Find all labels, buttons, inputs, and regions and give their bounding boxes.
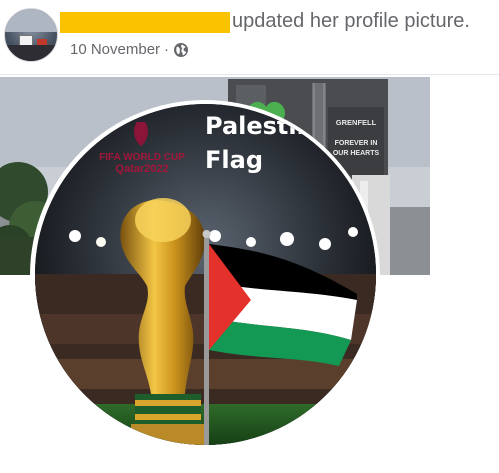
meta-separator: · <box>164 41 170 58</box>
header-divider <box>0 74 499 75</box>
svg-text:Flag: Flag <box>205 146 263 174</box>
author-name-redaction[interactable] <box>60 12 230 33</box>
globe-icon[interactable] <box>173 42 189 58</box>
logo-text: Qatar2022 <box>115 163 168 175</box>
profile-picture[interactable]: FIFA WORLD CUP Qatar2022 Palestine Flag <box>35 104 376 445</box>
post-header: updated her profile picture. 10 November… <box>0 0 499 72</box>
post-action-text: updated her profile picture. <box>232 10 470 32</box>
billboard-line: FOREVER IN <box>335 140 378 147</box>
post-date[interactable]: 10 November <box>70 41 160 58</box>
post-meta: 10 November · <box>70 41 189 58</box>
author-avatar[interactable] <box>4 8 58 62</box>
logo-text: FIFA WORLD CUP <box>99 152 185 163</box>
billboard-line: GRENFELL <box>336 118 377 127</box>
billboard-line: OUR HEARTS <box>333 150 380 157</box>
